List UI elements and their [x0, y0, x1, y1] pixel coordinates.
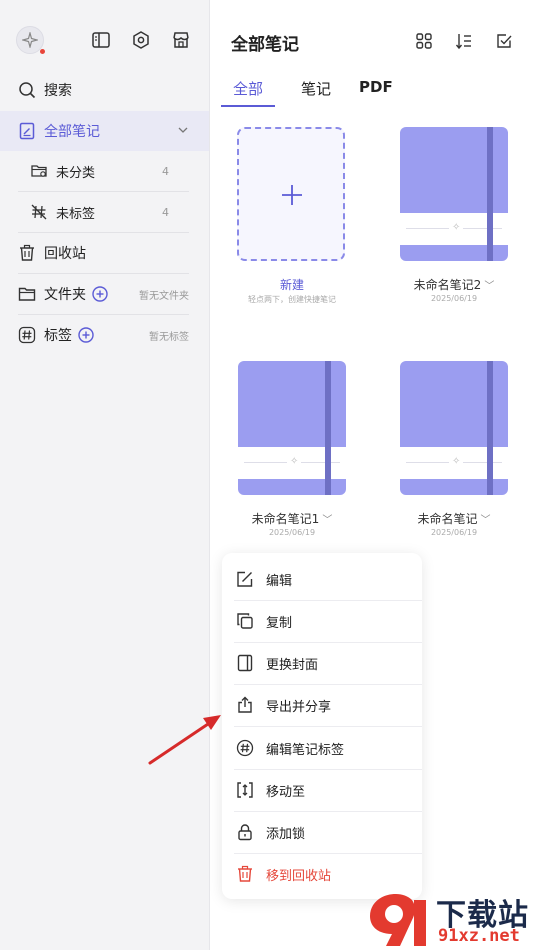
- menu-item-label: 移动至: [266, 784, 306, 800]
- notebook-icon: [18, 122, 36, 140]
- menu-item-change-cover[interactable]: 更换封面: [222, 642, 422, 684]
- add-tag-icon[interactable]: [78, 327, 94, 343]
- copy-icon: [236, 612, 254, 630]
- sidebar-item-untagged[interactable]: 未标签 4: [0, 192, 209, 232]
- sidebar: 搜索 全部笔记 未分类 4 未标签 4 回收站 文件夹 暂无文件夹 标签 暂无标…: [0, 0, 210, 950]
- tab-all[interactable]: 全部: [221, 78, 276, 107]
- item-count: 4: [162, 164, 169, 178]
- menu-item-edit-tags[interactable]: 编辑笔记标签: [222, 727, 422, 769]
- sidebar-item-search[interactable]: 搜索: [0, 70, 209, 110]
- hashtag-icon: [18, 326, 36, 344]
- sort-icon[interactable]: [454, 31, 474, 51]
- menu-item-move-to[interactable]: 移动至: [222, 769, 422, 811]
- note-title[interactable]: 未命名笔记1 ﹀: [217, 510, 367, 527]
- sidebar-toolbar: [16, 26, 193, 56]
- search-icon: [18, 81, 36, 99]
- note-title[interactable]: 未命名笔记2 ﹀: [379, 276, 529, 293]
- plus-icon: [282, 185, 302, 205]
- menu-item-add-lock[interactable]: 添加锁: [222, 811, 422, 853]
- sidebar-item-label: 未标签: [56, 206, 96, 222]
- untagged-icon: [30, 203, 48, 221]
- folder-icon: [18, 285, 36, 303]
- notebook-cover[interactable]: ✧: [400, 127, 508, 261]
- notebook-cover[interactable]: ✧: [238, 361, 346, 495]
- app-logo-icon[interactable]: [16, 26, 45, 54]
- sidebar-item-uncategorized[interactable]: 未分类 4: [0, 151, 209, 191]
- sidebar-toggle-icon[interactable]: [90, 29, 112, 51]
- menu-item-label: 移到回收站: [266, 868, 332, 884]
- sidebar-item-label: 回收站: [44, 246, 86, 262]
- trash-icon: [18, 244, 36, 262]
- folder-question-icon: [30, 162, 48, 180]
- sidebar-item-label: 文件夹: [44, 287, 86, 303]
- chevron-down-icon[interactable]: [177, 124, 189, 136]
- note-title[interactable]: 未命名笔记 ﹀: [379, 510, 529, 527]
- trash-icon: [236, 865, 254, 883]
- notebook-cover[interactable]: ✧: [400, 361, 508, 495]
- move-icon: [236, 781, 254, 799]
- cover-spine: [325, 361, 331, 495]
- watermark: 下载站 91xz.net: [362, 888, 534, 950]
- tab-notes[interactable]: 笔记: [299, 78, 333, 107]
- cover-spine: [487, 361, 493, 495]
- menu-item-export-share[interactable]: 导出并分享: [222, 684, 422, 726]
- menu-item-label: 复制: [266, 615, 293, 631]
- chevron-down-icon[interactable]: ﹀: [484, 281, 494, 292]
- context-menu: 编辑 复制 更换封面 导出并分享 编辑笔记标签 移动至 添加锁 移到回收站: [222, 553, 422, 899]
- cover-spine: [487, 127, 493, 261]
- hashtag-icon: [236, 739, 254, 757]
- menu-item-label: 添加锁: [266, 826, 306, 842]
- notification-dot: [40, 49, 45, 54]
- sidebar-item-label: 标签: [44, 328, 72, 344]
- item-count: 4: [162, 205, 169, 219]
- watermark-url: 91xz.net: [438, 926, 520, 946]
- filter-tabs: 全部 笔记 PDF: [221, 78, 419, 107]
- settings-gear-icon[interactable]: [130, 29, 152, 51]
- new-note-hint: 轻点两下，创建快捷笔记: [248, 295, 336, 304]
- page-title: 全部笔记: [231, 35, 299, 55]
- note-date: 2025/06/19: [430, 528, 478, 537]
- sidebar-item-label: 全部笔记: [44, 124, 100, 140]
- sidebar-item-label: 未分类: [56, 165, 96, 181]
- note-date: 2025/06/19: [268, 528, 316, 537]
- share-icon: [236, 696, 254, 714]
- annotation-arrow-icon: [148, 715, 221, 765]
- chevron-down-icon[interactable]: ﹀: [481, 515, 491, 526]
- store-icon[interactable]: [170, 29, 192, 51]
- menu-item-label: 导出并分享: [266, 699, 332, 715]
- lock-icon: [236, 823, 254, 841]
- folders-empty-note: 暂无文件夹: [139, 290, 189, 302]
- tab-pdf[interactable]: PDF: [357, 78, 395, 107]
- add-folder-icon[interactable]: [92, 286, 108, 302]
- sidebar-item-recycle-bin[interactable]: 回收站: [0, 233, 209, 273]
- edit-icon: [236, 570, 254, 588]
- cover-icon: [236, 654, 254, 672]
- chevron-down-icon[interactable]: ﹀: [322, 515, 332, 526]
- select-checkbox-icon[interactable]: [494, 31, 514, 51]
- tags-empty-note: 暂无标签: [149, 331, 189, 343]
- grid-view-icon[interactable]: [414, 31, 434, 51]
- menu-item-label: 更换封面: [266, 657, 319, 673]
- menu-item-copy[interactable]: 复制: [222, 600, 422, 642]
- new-note-card[interactable]: [237, 127, 345, 261]
- menu-item-edit[interactable]: 编辑: [222, 558, 422, 600]
- note-date: 2025/06/19: [430, 294, 478, 303]
- watermark-logo-icon: [370, 894, 426, 946]
- menu-item-label: 编辑: [266, 573, 293, 589]
- sidebar-item-label: 搜索: [44, 83, 72, 99]
- menu-item-label: 编辑笔记标签: [266, 742, 345, 758]
- sidebar-item-folders[interactable]: 文件夹 暂无文件夹: [0, 274, 209, 314]
- sidebar-item-tags[interactable]: 标签 暂无标签: [0, 315, 209, 355]
- sidebar-item-all-notes[interactable]: 全部笔记: [0, 111, 209, 151]
- new-note-label: 新建: [279, 278, 304, 292]
